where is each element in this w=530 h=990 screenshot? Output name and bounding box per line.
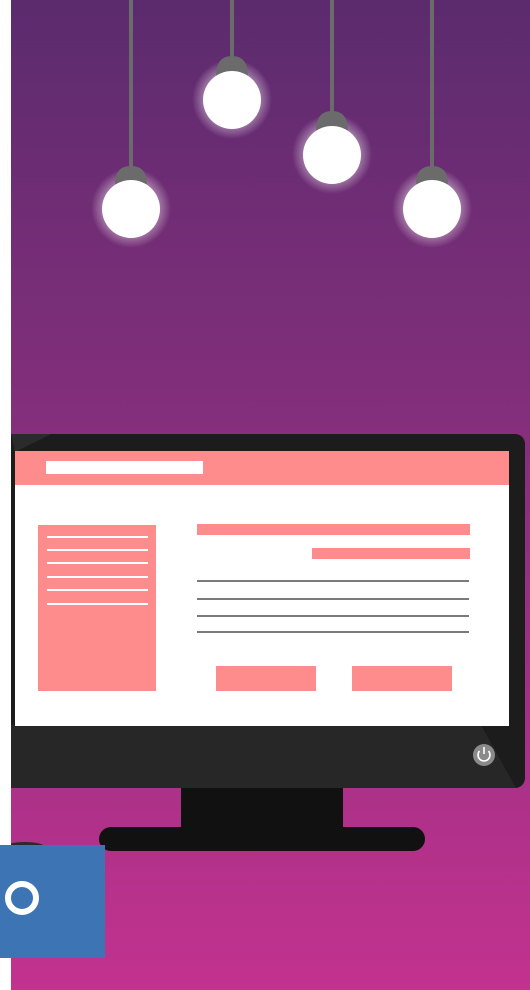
bulb-2-globe [203, 71, 261, 129]
illustration-svg [11, 0, 530, 990]
power-icon [473, 744, 495, 766]
bulb-1-globe [102, 180, 160, 238]
ring-icon [5, 881, 39, 915]
screen-subheading-bar [312, 548, 470, 559]
screen-button-right [352, 666, 452, 691]
monitor-bezel-bottom [11, 725, 516, 788]
bulb-4-globe [403, 180, 461, 238]
monitor-base [99, 827, 425, 851]
screen-heading-bar [197, 524, 470, 535]
monitor-neck [181, 786, 343, 830]
bulb-3-globe [303, 126, 361, 184]
screen-button-left [216, 666, 316, 691]
image-frame [0, 0, 530, 990]
illustration-scene [11, 0, 530, 990]
screen-header-title-bar [46, 461, 203, 474]
